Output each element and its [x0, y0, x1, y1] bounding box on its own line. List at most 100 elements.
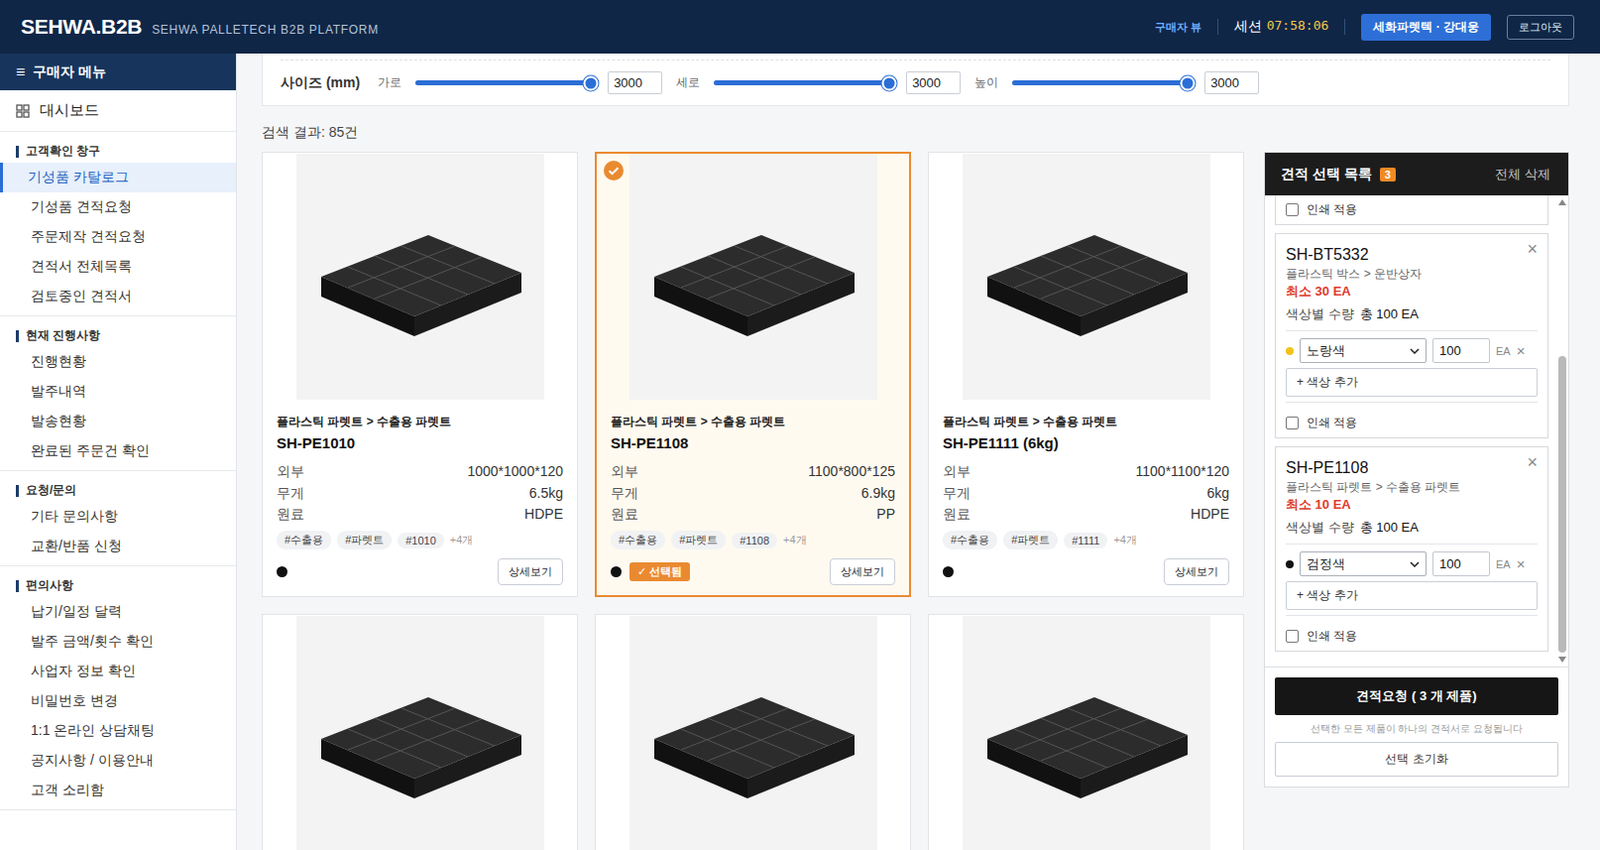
- pallet-icon: [977, 639, 1196, 838]
- sidebar-item-label: 발주내역: [30, 382, 87, 401]
- color-row: 노랑색EA×: [1285, 336, 1538, 365]
- product-card[interactable]: 플라스틱 파렛트 > 수출용 파렛트SH-PE1108외부1100*800*12…: [594, 151, 912, 597]
- sidebar: ≡구매자 메뉴대시보드고객확인 창구기성품 카탈로그기성품 견적요청주문제작 견…: [0, 53, 237, 850]
- menu-icon[interactable]: ≡: [15, 63, 25, 82]
- spec-value: HDPE: [1190, 503, 1230, 526]
- more-tags: +4개: [1113, 532, 1138, 548]
- tag-list: #수출용#파렛트#1010+4개: [276, 531, 564, 550]
- slider-thumb[interactable]: [583, 75, 599, 91]
- size-input[interactable]: [906, 71, 961, 95]
- sidebar-item[interactable]: 주문제작 견적요청: [0, 222, 236, 252]
- product-card[interactable]: [594, 613, 912, 850]
- spec-value: HDPE: [524, 503, 564, 526]
- product-card[interactable]: 플라스틱 파렛트 > 수출용 파렛트SH-PE1111 (6kg)외부1100*…: [927, 151, 1245, 597]
- clear-all-button[interactable]: 전체 삭제: [1494, 165, 1551, 184]
- sidebar-section: 현재 진행사항진행현황발주내역발송현황완료된 주문건 확인: [0, 316, 236, 471]
- scroll-thumb[interactable]: [1558, 355, 1567, 653]
- section-title: 고객확인 창구: [0, 139, 236, 163]
- slider-track[interactable]: [415, 80, 591, 86]
- pallet-icon: [644, 639, 863, 838]
- spec-label: 외부: [610, 460, 639, 483]
- add-color-button[interactable]: + 색상 추가: [1285, 367, 1538, 397]
- pallet-icon: [644, 177, 863, 376]
- checkbox[interactable]: [1285, 416, 1299, 430]
- quote-title-text: 견적 선택 목록: [1280, 165, 1372, 184]
- sidebar-item-label: 발송현황: [30, 412, 87, 431]
- sidebar-item[interactable]: 발송현황: [0, 406, 236, 437]
- quote-item-name: SH-BT5332: [1285, 243, 1538, 266]
- spec-label: 원료: [276, 503, 305, 526]
- product-info: 플라스틱 파렛트 > 수출용 파렛트SH-PE1108외부1100*800*12…: [596, 399, 910, 595]
- spec-label: 무게: [610, 482, 639, 505]
- result-count: 검색 결과: 85건: [261, 123, 1570, 142]
- print-option[interactable]: 인쇄 적용: [1285, 195, 1538, 225]
- sidebar-item[interactable]: 사업자 정보 확인: [0, 656, 236, 686]
- sidebar-item[interactable]: 교환/반품 신청: [0, 531, 236, 562]
- logout-button[interactable]: 로그아웃: [1506, 14, 1575, 40]
- sidebar-item[interactable]: 기성품 견적요청: [0, 192, 236, 223]
- print-option[interactable]: 인쇄 적용: [1285, 620, 1538, 651]
- product-card[interactable]: [261, 613, 578, 850]
- sidebar-item[interactable]: 고객 소리함: [0, 775, 236, 805]
- sidebar-item[interactable]: 납기/일정 달력: [0, 596, 236, 627]
- user-button[interactable]: 세화파렛텍 · 강대웅: [1361, 13, 1491, 41]
- dashboard-link[interactable]: 대시보드: [0, 90, 236, 132]
- check-circle-icon: [603, 160, 624, 181]
- size-input[interactable]: [1204, 71, 1259, 95]
- remove-button[interactable]: ×: [1516, 342, 1526, 359]
- add-color-button[interactable]: + 색상 추가: [1285, 580, 1538, 610]
- sidebar-item-label: 검토중인 견적서: [30, 287, 132, 306]
- close-button[interactable]: ×: [1526, 453, 1538, 471]
- sidebar-item[interactable]: 공지사항 / 이용안내: [0, 745, 236, 776]
- sidebar-item[interactable]: 진행현황: [0, 346, 236, 377]
- slider-thumb[interactable]: [882, 75, 898, 91]
- sidebar-item[interactable]: 기타 문의사항: [0, 501, 236, 532]
- slider-thumb[interactable]: [1180, 75, 1196, 91]
- product-card[interactable]: [927, 613, 1245, 850]
- detail-button[interactable]: 상세보기: [829, 558, 896, 585]
- sidebar-item[interactable]: 1:1 온라인 상담채팅: [0, 715, 236, 746]
- section-title: 현재 진행사항: [0, 324, 236, 347]
- selected-badge: ✓ 선택됨: [629, 562, 690, 581]
- product-card[interactable]: 플라스틱 파렛트 > 수출용 파렛트SH-PE1010외부1000*1000*1…: [261, 151, 578, 597]
- quote-item-category: 플라스틱 파렛트 > 수출용 파렛트: [1285, 478, 1538, 496]
- color-select[interactable]: 검정색: [1299, 551, 1427, 576]
- print-label: 인쇄 적용: [1306, 201, 1358, 219]
- sidebar-item[interactable]: 완료된 주문건 확인: [0, 436, 236, 466]
- checkbox[interactable]: [1285, 203, 1299, 217]
- sidebar-item[interactable]: 발주 금액/횟수 확인: [0, 626, 236, 657]
- quote-item: 인쇄 적용: [1274, 195, 1549, 226]
- remove-button[interactable]: ×: [1516, 555, 1526, 572]
- grid-icon: [15, 104, 30, 118]
- print-option[interactable]: 인쇄 적용: [1285, 407, 1538, 438]
- detail-button[interactable]: 상세보기: [497, 558, 564, 585]
- quantity-input[interactable]: [1432, 551, 1490, 576]
- scroll-up-icon[interactable]: [1558, 199, 1567, 206]
- sidebar-item[interactable]: 발주내역: [0, 376, 236, 407]
- spec-label: 원료: [942, 503, 971, 526]
- size-input[interactable]: [607, 71, 663, 95]
- top-bar: SEHWA.B2BSEHWA PALLETECH B2B PLATFORM구매자…: [0, 0, 1600, 54]
- product-category: 플라스틱 파렛트 > 수출용 파렛트: [276, 413, 564, 430]
- image-wrap: [262, 615, 577, 850]
- sidebar-item[interactable]: 비밀번호 변경: [0, 685, 236, 716]
- more-tags: +4개: [450, 532, 474, 548]
- spec-row: 원료 HDPE: [276, 503, 564, 526]
- image-wrap: [928, 153, 1244, 400]
- sidebar-item[interactable]: 검토중인 견적서: [0, 281, 236, 312]
- slider-track[interactable]: [1012, 80, 1188, 86]
- checkbox[interactable]: [1285, 629, 1299, 643]
- app: SEHWA.B2BSEHWA PALLETECH B2B PLATFORM구매자…: [0, 0, 1600, 850]
- color-select[interactable]: 노랑색: [1299, 338, 1427, 363]
- scroll-down-icon[interactable]: [1558, 656, 1567, 663]
- quantity-input[interactable]: [1432, 338, 1490, 363]
- sidebar-item[interactable]: 견적서 전체목록: [0, 251, 236, 282]
- slider-track[interactable]: [713, 80, 890, 86]
- spec-value: 6.9kg: [861, 482, 896, 505]
- tag: #파렛트: [1003, 530, 1058, 550]
- sidebar-item[interactable]: 기성품 카탈로그: [0, 162, 236, 193]
- close-button[interactable]: ×: [1526, 239, 1538, 258]
- reset-button[interactable]: 선택 초기화: [1274, 741, 1559, 777]
- submit-button[interactable]: 견적요청 ( 3 개 제품): [1274, 677, 1559, 715]
- detail-button[interactable]: 상세보기: [1163, 558, 1230, 585]
